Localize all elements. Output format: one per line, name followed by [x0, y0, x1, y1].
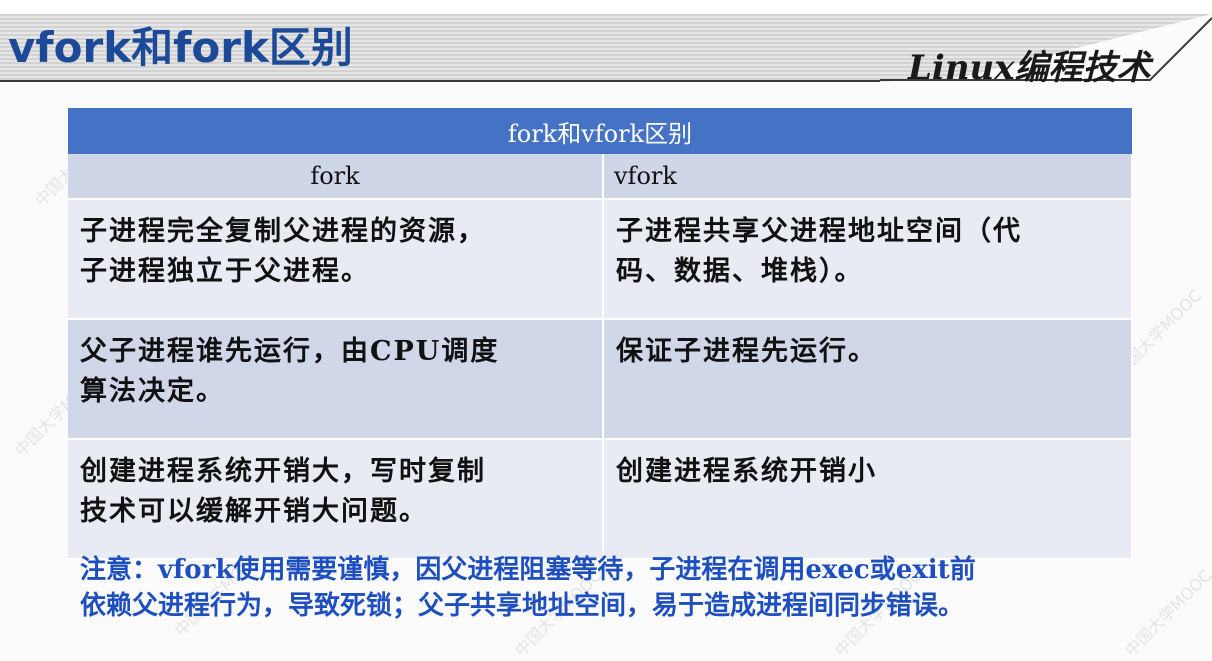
top-strip [0, 0, 1212, 14]
fork-cell: 父子进程谁先运行，由CPU调度 算法决定。 [68, 319, 604, 440]
course-subtitle: Linux编程技术 [908, 48, 1151, 88]
cell-line: 码、数据、堆栈）。 [616, 256, 864, 287]
slide-title: vfork和fork区别 [8, 23, 353, 72]
table-row: 子进程完全复制父进程的资源， 子进程独立于父进程。 子进程共享父进程地址空间（代… [68, 199, 1134, 320]
table-caption: fork和vfork区别 [68, 108, 1133, 154]
comparison-table: fork和vfork区别 fork vfork 子进程完全复制父进程的资源， 子… [68, 108, 1134, 560]
vfork-cell: 保证子进程先运行。 [603, 319, 1134, 440]
table-caption-row: fork和vfork区别 [68, 108, 1133, 154]
vfork-cell: 子进程共享父进程地址空间（代 码、数据、堆栈）。 [603, 199, 1134, 320]
cell-line: 保证子进程先运行。 [616, 336, 877, 367]
column-header-row: fork vfork [68, 154, 1134, 200]
cell-line: 子进程共享父进程地址空间（代 [616, 216, 1022, 247]
column-header-vfork: vfork [603, 154, 1134, 200]
cell-line: 子进程完全复制父进程的资源， [80, 216, 486, 247]
note-line: 依赖父进程行为，导致死锁；父子共享地址空间，易于造成进程间同步错误。 [80, 591, 965, 621]
cell-line: 算法决定。 [80, 376, 225, 407]
column-header-fork: fork [68, 154, 604, 200]
warning-note: 注意：vfork使用需要谨慎，因父进程阻塞等待，子进程在调用exec或exit前… [80, 552, 1170, 624]
cell-line: 创建进程系统开销大，写时复制 [80, 456, 486, 487]
fork-cell: 子进程完全复制父进程的资源， 子进程独立于父进程。 [68, 199, 604, 320]
vfork-cell: 创建进程系统开销小 [603, 439, 1134, 560]
table-row: 父子进程谁先运行，由CPU调度 算法决定。 保证子进程先运行。 [68, 319, 1134, 440]
cell-line: 创建进程系统开销小 [616, 456, 877, 487]
table-row: 创建进程系统开销大，写时复制 技术可以缓解开销大问题。 创建进程系统开销小 [68, 439, 1134, 560]
fork-cell: 创建进程系统开销大，写时复制 技术可以缓解开销大问题。 [68, 439, 604, 560]
note-line: 注意：vfork使用需要谨慎，因父进程阻塞等待，子进程在调用exec或exit前 [80, 555, 976, 585]
cell-line: 父子进程谁先运行，由CPU调度 [80, 336, 500, 367]
cell-line: 子进程独立于父进程。 [80, 256, 370, 287]
header-underline [0, 80, 880, 82]
cell-line: 技术可以缓解开销大问题。 [80, 496, 428, 527]
